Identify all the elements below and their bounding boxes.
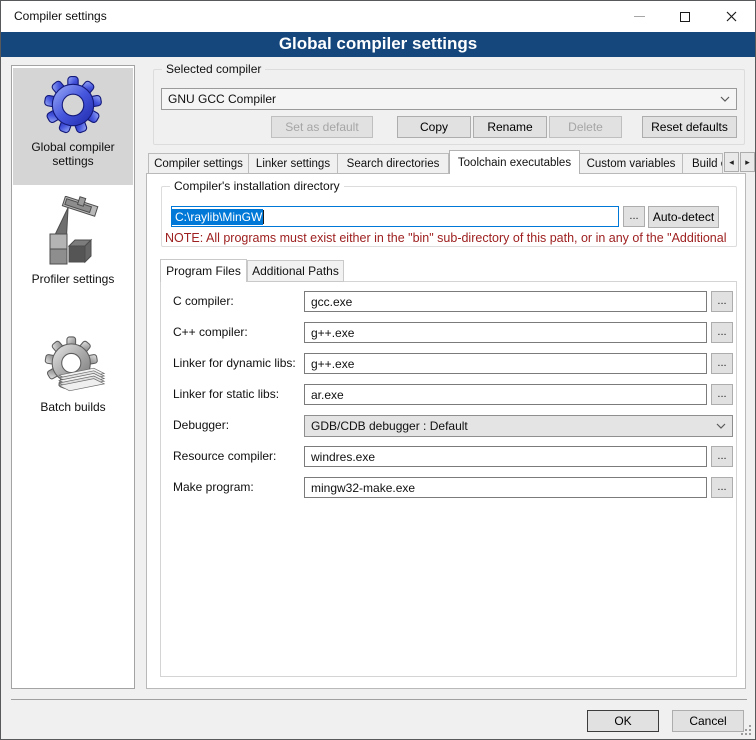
group-label: Compiler's installation directory	[170, 179, 344, 193]
field-label: C++ compiler:	[173, 325, 248, 339]
blue-gear-icon	[42, 74, 104, 136]
resource-compiler-input[interactable]	[304, 446, 707, 467]
field-label: Debugger:	[173, 418, 229, 432]
field-row-debugger: Debugger: GDB/CDB debugger : Default	[1, 415, 756, 437]
field-row-linker-static: Linker for static libs: ...	[1, 384, 756, 406]
field-row-c-compiler: C compiler: ...	[1, 291, 756, 313]
bin-subdirectory-note: NOTE: All programs must exist either in …	[165, 231, 737, 245]
chevron-down-icon	[714, 96, 736, 102]
compiler-select-value: GNU GCC Compiler	[162, 92, 714, 106]
set-as-default-button[interactable]: Set as default	[271, 116, 373, 138]
debugger-select-value: GDB/CDB debugger : Default	[305, 419, 710, 433]
tab-build-options[interactable]: Build options	[683, 153, 723, 174]
rename-button[interactable]: Rename	[473, 116, 547, 138]
sidebar-item-label: Global compiler settings	[13, 138, 133, 174]
dialog-header: Global compiler settings	[1, 32, 755, 57]
window-controls	[616, 1, 754, 32]
close-icon	[726, 11, 737, 22]
subtab-additional-paths[interactable]: Additional Paths	[247, 260, 344, 282]
ok-button[interactable]: OK	[587, 710, 659, 732]
field-label: Resource compiler:	[173, 449, 276, 463]
field-row-make-program: Make program: ...	[1, 477, 756, 499]
subtab-program-files[interactable]: Program Files	[160, 259, 247, 282]
tab-search-directories[interactable]: Search directories	[338, 153, 449, 174]
tab-compiler-settings[interactable]: Compiler settings	[148, 153, 249, 174]
browse-directory-button[interactable]: ...	[623, 206, 645, 227]
tab-scroll-right-icon[interactable]: ▸	[740, 152, 755, 172]
text-caret	[263, 210, 264, 224]
cpp-compiler-input[interactable]	[304, 322, 707, 343]
debugger-select[interactable]: GDB/CDB debugger : Default	[304, 415, 733, 437]
auto-detect-button[interactable]: Auto-detect	[648, 206, 719, 228]
linker-static-input[interactable]	[304, 384, 707, 405]
selected-path-text: C:\raylib\MinGW	[172, 209, 263, 225]
installation-directory-input[interactable]: C:\raylib\MinGW	[171, 206, 619, 227]
minimize-button[interactable]	[616, 1, 662, 32]
minimize-icon	[634, 16, 645, 17]
delete-button[interactable]: Delete	[549, 116, 622, 138]
sidebar-item-global-compiler-settings[interactable]: Global compiler settings	[13, 68, 133, 185]
reset-defaults-button[interactable]: Reset defaults	[642, 116, 737, 138]
maximize-button[interactable]	[662, 1, 708, 32]
field-label: Make program:	[173, 480, 254, 494]
field-label: C compiler:	[173, 294, 234, 308]
group-label: Selected compiler	[162, 62, 265, 76]
linker-dynamic-input[interactable]	[304, 353, 707, 374]
tab-scroll-left-icon[interactable]: ◂	[724, 152, 739, 172]
copy-button[interactable]: Copy	[397, 116, 471, 138]
tab-scroll-controls: ◂ ▸	[723, 152, 755, 737]
settings-sidebar: Global compiler settings	[11, 65, 135, 689]
footer-separator	[11, 699, 747, 700]
maximize-icon	[680, 12, 690, 22]
tab-toolchain-executables[interactable]: Toolchain executables	[449, 150, 580, 174]
compiler-settings-dialog: Compiler settings Global compiler settin…	[0, 0, 756, 740]
caliper-boxes-icon	[42, 196, 104, 268]
field-row-resource-compiler: Resource compiler: ...	[1, 446, 756, 468]
compiler-select[interactable]: GNU GCC Compiler	[161, 88, 737, 110]
tab-linker-settings[interactable]: Linker settings	[249, 153, 338, 174]
close-button[interactable]	[708, 1, 754, 32]
sidebar-item-profiler-settings[interactable]: Profiler settings	[13, 190, 133, 296]
titlebar: Compiler settings	[1, 1, 755, 32]
field-row-linker-dynamic: Linker for dynamic libs: ...	[1, 353, 756, 375]
make-program-input[interactable]	[304, 477, 707, 498]
c-compiler-input[interactable]	[304, 291, 707, 312]
field-row-cpp-compiler: C++ compiler: ...	[1, 322, 756, 344]
tab-custom-variables[interactable]: Custom variables	[580, 153, 683, 174]
compiler-tabs: Compiler settings Linker settings Search…	[148, 150, 723, 174]
field-label: Linker for static libs:	[173, 387, 279, 401]
sidebar-item-label: Profiler settings	[13, 270, 133, 292]
window-title: Compiler settings	[14, 9, 107, 23]
field-label: Linker for dynamic libs:	[173, 356, 296, 370]
